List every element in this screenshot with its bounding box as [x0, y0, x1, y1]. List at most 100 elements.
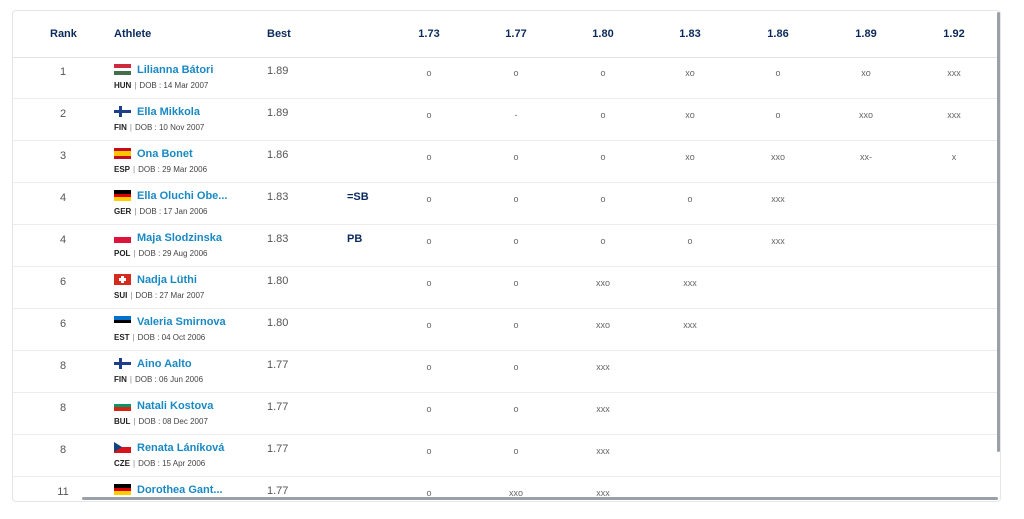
table-header: Rank Athlete Best 1.73 1.77 1.80 1.83 1.…: [13, 11, 1000, 58]
athlete-name-link[interactable]: Ella Oluchi Obe...: [137, 190, 227, 202]
attempt-cell: o: [687, 194, 693, 204]
attempt-cell: xxx: [771, 194, 785, 204]
best-mark: 1.77: [267, 359, 289, 371]
flag-icon: [114, 106, 131, 117]
athlete-name-link[interactable]: Ona Bonet: [137, 148, 193, 160]
flag-icon: [114, 274, 131, 285]
table-row: 8 Renata Láníková CZE | DOB : 15 Apr 2006 1.7…: [13, 435, 1000, 477]
nationality-code: GER: [114, 207, 132, 216]
results-table: Rank Athlete Best 1.73 1.77 1.80 1.83 1.…: [12, 10, 1001, 502]
attempt-cell: o: [600, 236, 606, 246]
attempt-cell: xxo: [595, 278, 610, 288]
attempt-cell: o: [426, 236, 432, 246]
attempt-cell: o: [426, 278, 432, 288]
attempt-cell: xxx: [596, 362, 610, 372]
athlete-name-link[interactable]: Renata Láníková: [137, 442, 224, 454]
attempt-cell: xo: [861, 68, 871, 78]
table-row: 8 Natali Kostova BUL | DOB : 08 Dec 2007 1.77…: [13, 393, 1000, 435]
athlete-meta: BUL | DOB : 08 Dec 2007: [114, 417, 208, 426]
attempt-cell: o: [513, 68, 519, 78]
header-best: Best: [267, 28, 291, 40]
flag-icon: [114, 442, 131, 453]
date-of-birth: DOB : 04 Oct 2006: [137, 333, 206, 342]
date-of-birth: DOB : 30 Oct 2006: [139, 501, 207, 502]
athlete-name-link[interactable]: Lilianna Bátori: [137, 64, 213, 76]
best-mark: 1.77: [267, 401, 289, 413]
attempt-cell: xo: [685, 110, 695, 120]
athlete-name-link[interactable]: Natali Kostova: [137, 400, 213, 412]
attempt-cell: xxo: [595, 320, 610, 330]
header-height-3: 1.80: [592, 28, 614, 40]
table-body: 1 Lilianna Bátori HUN | DOB : 14 Mar 2007 1.8…: [13, 57, 1000, 502]
flag-icon: [114, 190, 131, 201]
rank-cell: 8: [59, 360, 67, 372]
table-row: 3 Ona Bonet ESP | DOB : 29 Mar 2006 1.86 o o o xo…: [13, 141, 1000, 183]
attempt-cell: o: [513, 194, 519, 204]
athlete-name-link[interactable]: Aino Aalto: [137, 358, 192, 370]
table-row: 1 Lilianna Bátori HUN | DOB : 14 Mar 2007 1.8…: [13, 57, 1000, 99]
athlete-name-link[interactable]: Dorothea Gant...: [137, 484, 223, 496]
athlete-meta: EST | DOB : 04 Oct 2006: [114, 333, 206, 342]
nationality-code: HUN: [114, 81, 132, 90]
best-mark: 1.83: [267, 233, 289, 245]
rank-cell: 1: [59, 66, 67, 78]
header-height-1: 1.73: [418, 28, 440, 40]
nationality-code: SUI: [114, 291, 128, 300]
athlete-name-link[interactable]: Maja Slodzinska: [137, 232, 222, 244]
attempt-cell: xxx: [947, 110, 961, 120]
attempt-cell: o: [600, 152, 606, 162]
best-mark: 1.86: [267, 149, 289, 161]
horizontal-scrollbar[interactable]: [82, 497, 998, 500]
attempt-cell: o: [426, 404, 432, 414]
best-mark: 1.89: [267, 107, 289, 119]
attempt-cell: xo: [685, 152, 695, 162]
flag-icon: [114, 358, 131, 369]
nationality-code: POL: [114, 249, 131, 258]
attempt-cell: xxx: [596, 446, 610, 456]
attempt-cell: o: [775, 110, 781, 120]
header-athlete: Athlete: [114, 28, 152, 40]
header-height-4: 1.83: [679, 28, 701, 40]
nationality-code: EST: [114, 333, 130, 342]
athlete-name-link[interactable]: Valeria Smirnova: [137, 316, 226, 328]
attempt-cell: xxo: [770, 152, 785, 162]
header-height-6: 1.89: [855, 28, 877, 40]
rank-cell: 8: [59, 402, 67, 414]
attempt-cell: xxx: [596, 404, 610, 414]
attempt-cell: -: [514, 110, 518, 120]
attempt-cell: xxx: [683, 320, 697, 330]
date-of-birth: DOB : 14 Mar 2007: [139, 81, 209, 90]
attempt-cell: o: [426, 446, 432, 456]
best-mark: 1.80: [267, 275, 289, 287]
athlete-name-link[interactable]: Ella Mikkola: [137, 106, 200, 118]
record-note: =SB: [347, 191, 369, 203]
attempt-cell: xx-: [860, 152, 872, 162]
table-row: 6 Valeria Smirnova EST | DOB : 04 Oct 2006 1.…: [13, 309, 1000, 351]
athlete-meta: POL | DOB : 29 Aug 2006: [114, 249, 208, 258]
flag-icon: [114, 232, 131, 243]
attempt-cell: o: [775, 68, 781, 78]
flag-icon: [114, 316, 131, 327]
table-row: 2 Ella Mikkola FIN | DOB : 10 Nov 2007 1.89 o -…: [13, 99, 1000, 141]
header-height-5: 1.86: [767, 28, 789, 40]
date-of-birth: DOB : 17 Jan 2006: [139, 207, 208, 216]
header-rank: Rank: [50, 28, 77, 40]
athlete-name-link[interactable]: Nadja Lüthi: [137, 274, 197, 286]
date-of-birth: DOB : 08 Dec 2007: [138, 417, 208, 426]
best-mark: 1.77: [267, 485, 289, 497]
attempt-cell: xxx: [947, 68, 961, 78]
best-mark: 1.83: [267, 191, 289, 203]
table-row: 8 Aino Aalto FIN | DOB : 06 Jun 2006 1.77 o o xx…: [13, 351, 1000, 393]
attempt-cell: xxo: [858, 110, 873, 120]
nationality-code: BUL: [114, 417, 131, 426]
rank-cell: 4: [59, 234, 67, 246]
attempt-cell: o: [426, 362, 432, 372]
date-of-birth: DOB : 27 Mar 2007: [135, 291, 205, 300]
nationality-code: GER: [114, 501, 131, 502]
attempt-cell: o: [513, 404, 519, 414]
athlete-meta: SUI | DOB : 27 Mar 2007: [114, 291, 205, 300]
athlete-meta: HUN | DOB : 14 Mar 2007: [114, 81, 209, 90]
rank-cell: 8: [59, 444, 67, 456]
vertical-scrollbar[interactable]: [997, 12, 1000, 452]
athlete-meta: GER | DOB : 17 Jan 2006: [114, 207, 208, 216]
